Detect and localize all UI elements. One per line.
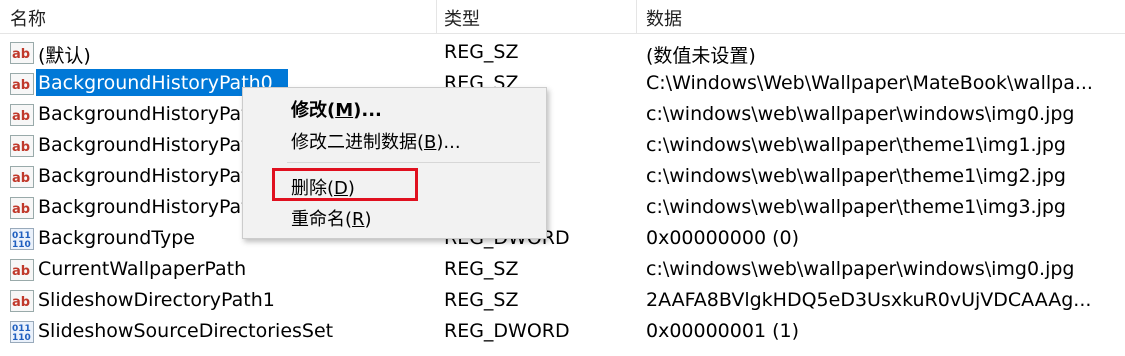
value-data: c:\windows\web\wallpaper\windows\img0.jp… — [646, 258, 1075, 280]
svg-text:ab: ab — [12, 295, 30, 310]
string-value-icon: ab — [10, 259, 34, 281]
string-value-icon: ab — [10, 197, 34, 219]
highlight-box — [272, 168, 418, 201]
svg-text:ab: ab — [12, 140, 30, 155]
table-row[interactable]: ab CurrentWallpaperPath REG_SZ c:\windows\w… — [0, 254, 1125, 285]
menu-item-rename[interactable]: 重命名(R) — [291, 205, 372, 231]
value-data: C:\Windows\Web\Wallpaper\MateBook\wallpa… — [646, 72, 1093, 94]
table-row[interactable]: ab BackgroundHistoryPath0 REG_SZ C:\Windows… — [0, 68, 1125, 99]
menu-item-suffix: )... — [436, 132, 461, 153]
menu-item-suffix: ) — [364, 209, 372, 230]
dword-value-icon: 011 110 — [10, 228, 34, 250]
table-row[interactable]: 011110BackgroundTypeREG_DWORD0x00000000 … — [0, 223, 1125, 254]
menu-item-accelerator: M — [335, 100, 354, 121]
context-menu: 修改(M)... 修改二进制数据(B)... 删除(D) 重命名(R) — [242, 87, 547, 239]
table-row[interactable]: ab SlideshowDirectoryPath1 REG_SZ 2AAFA8BVl… — [0, 285, 1125, 316]
string-value-icon: ab — [10, 166, 34, 188]
menu-separator — [287, 162, 540, 163]
svg-text:ab: ab — [12, 47, 30, 62]
svg-text:ab: ab — [12, 171, 30, 186]
value-data: 0x00000001 (1) — [646, 320, 799, 342]
value-data: 2AAFA8BVlgkHDQ5eD3UsxkuR0vUjVDCAAAg... — [646, 289, 1092, 311]
string-value-icon: ab — [10, 135, 34, 157]
table-row[interactable]: abBackgroundHistoryPath2REG_SZc:\windows… — [0, 130, 1125, 161]
svg-text:ab: ab — [12, 202, 30, 217]
value-data: (数值未设置) — [646, 45, 756, 67]
table-row[interactable]: abBackgroundHistoryPath4REG_SZc:\windows… — [0, 192, 1125, 223]
svg-text:ab: ab — [12, 264, 30, 279]
svg-text:110: 110 — [12, 240, 31, 250]
registry-value-list: 名称 类型 数据 ab (默认) REG_SZ (数值未设置) ab Background… — [0, 0, 1125, 356]
menu-item-label: 重命名( — [291, 209, 353, 230]
table-row[interactable]: 011 110 SlideshowSourceDirectoriesSet REG_D… — [0, 316, 1125, 347]
menu-item-accelerator: R — [352, 209, 365, 230]
table-row[interactable]: abBackgroundHistoryPath3REG_SZc:\windows… — [0, 161, 1125, 192]
table-row[interactable]: ab (默认) REG_SZ (数值未设置) — [0, 37, 1125, 68]
value-name[interactable]: SlideshowDirectoryPath1 — [38, 289, 438, 311]
string-value-icon: ab — [10, 42, 34, 64]
svg-text:ab: ab — [12, 109, 30, 124]
value-data: c:\windows\web\wallpaper\theme1\img2.jpg — [646, 165, 1066, 187]
value-name[interactable]: (默认) — [38, 41, 438, 68]
string-value-icon: ab — [10, 73, 34, 95]
menu-item-modify-binary[interactable]: 修改二进制数据(B)... — [291, 128, 461, 154]
value-name[interactable]: CurrentWallpaperPath — [38, 258, 438, 280]
column-header-bar: 名称 类型 数据 — [0, 0, 1125, 34]
value-data: c:\windows\web\wallpaper\theme1\img1.jpg — [646, 134, 1066, 156]
dword-value-icon: 011 110 — [10, 321, 34, 343]
value-type: REG_SZ — [444, 41, 519, 63]
svg-text:110: 110 — [12, 333, 31, 343]
value-data: 0x00000000 (0) — [646, 227, 799, 249]
value-type: REG_DWORD — [444, 320, 570, 342]
menu-item-modify[interactable]: 修改(M)... — [291, 96, 382, 122]
column-header-name[interactable]: 名称 — [10, 5, 46, 31]
menu-item-label: 修改二进制数据( — [291, 132, 425, 153]
value-name[interactable]: SlideshowSourceDirectoriesSet — [38, 320, 438, 342]
value-type: REG_SZ — [444, 289, 519, 311]
string-value-icon: ab — [10, 290, 34, 312]
string-value-icon: ab — [10, 104, 34, 126]
column-divider[interactable] — [636, 0, 637, 33]
menu-item-accelerator: B — [424, 132, 437, 153]
menu-item-suffix: )... — [353, 100, 382, 121]
value-type: REG_SZ — [444, 258, 519, 280]
svg-text:ab: ab — [12, 78, 30, 93]
value-data: c:\windows\web\wallpaper\windows\img0.jp… — [646, 103, 1075, 125]
value-data: c:\windows\web\wallpaper\theme1\img3.jpg — [646, 196, 1066, 218]
column-header-type[interactable]: 类型 — [444, 5, 480, 31]
table-row[interactable]: abBackgroundHistoryPath1REG_SZc:\windows… — [0, 99, 1125, 130]
column-header-data[interactable]: 数据 — [646, 5, 682, 31]
menu-item-label: 修改( — [291, 100, 336, 121]
column-divider[interactable] — [436, 0, 437, 33]
